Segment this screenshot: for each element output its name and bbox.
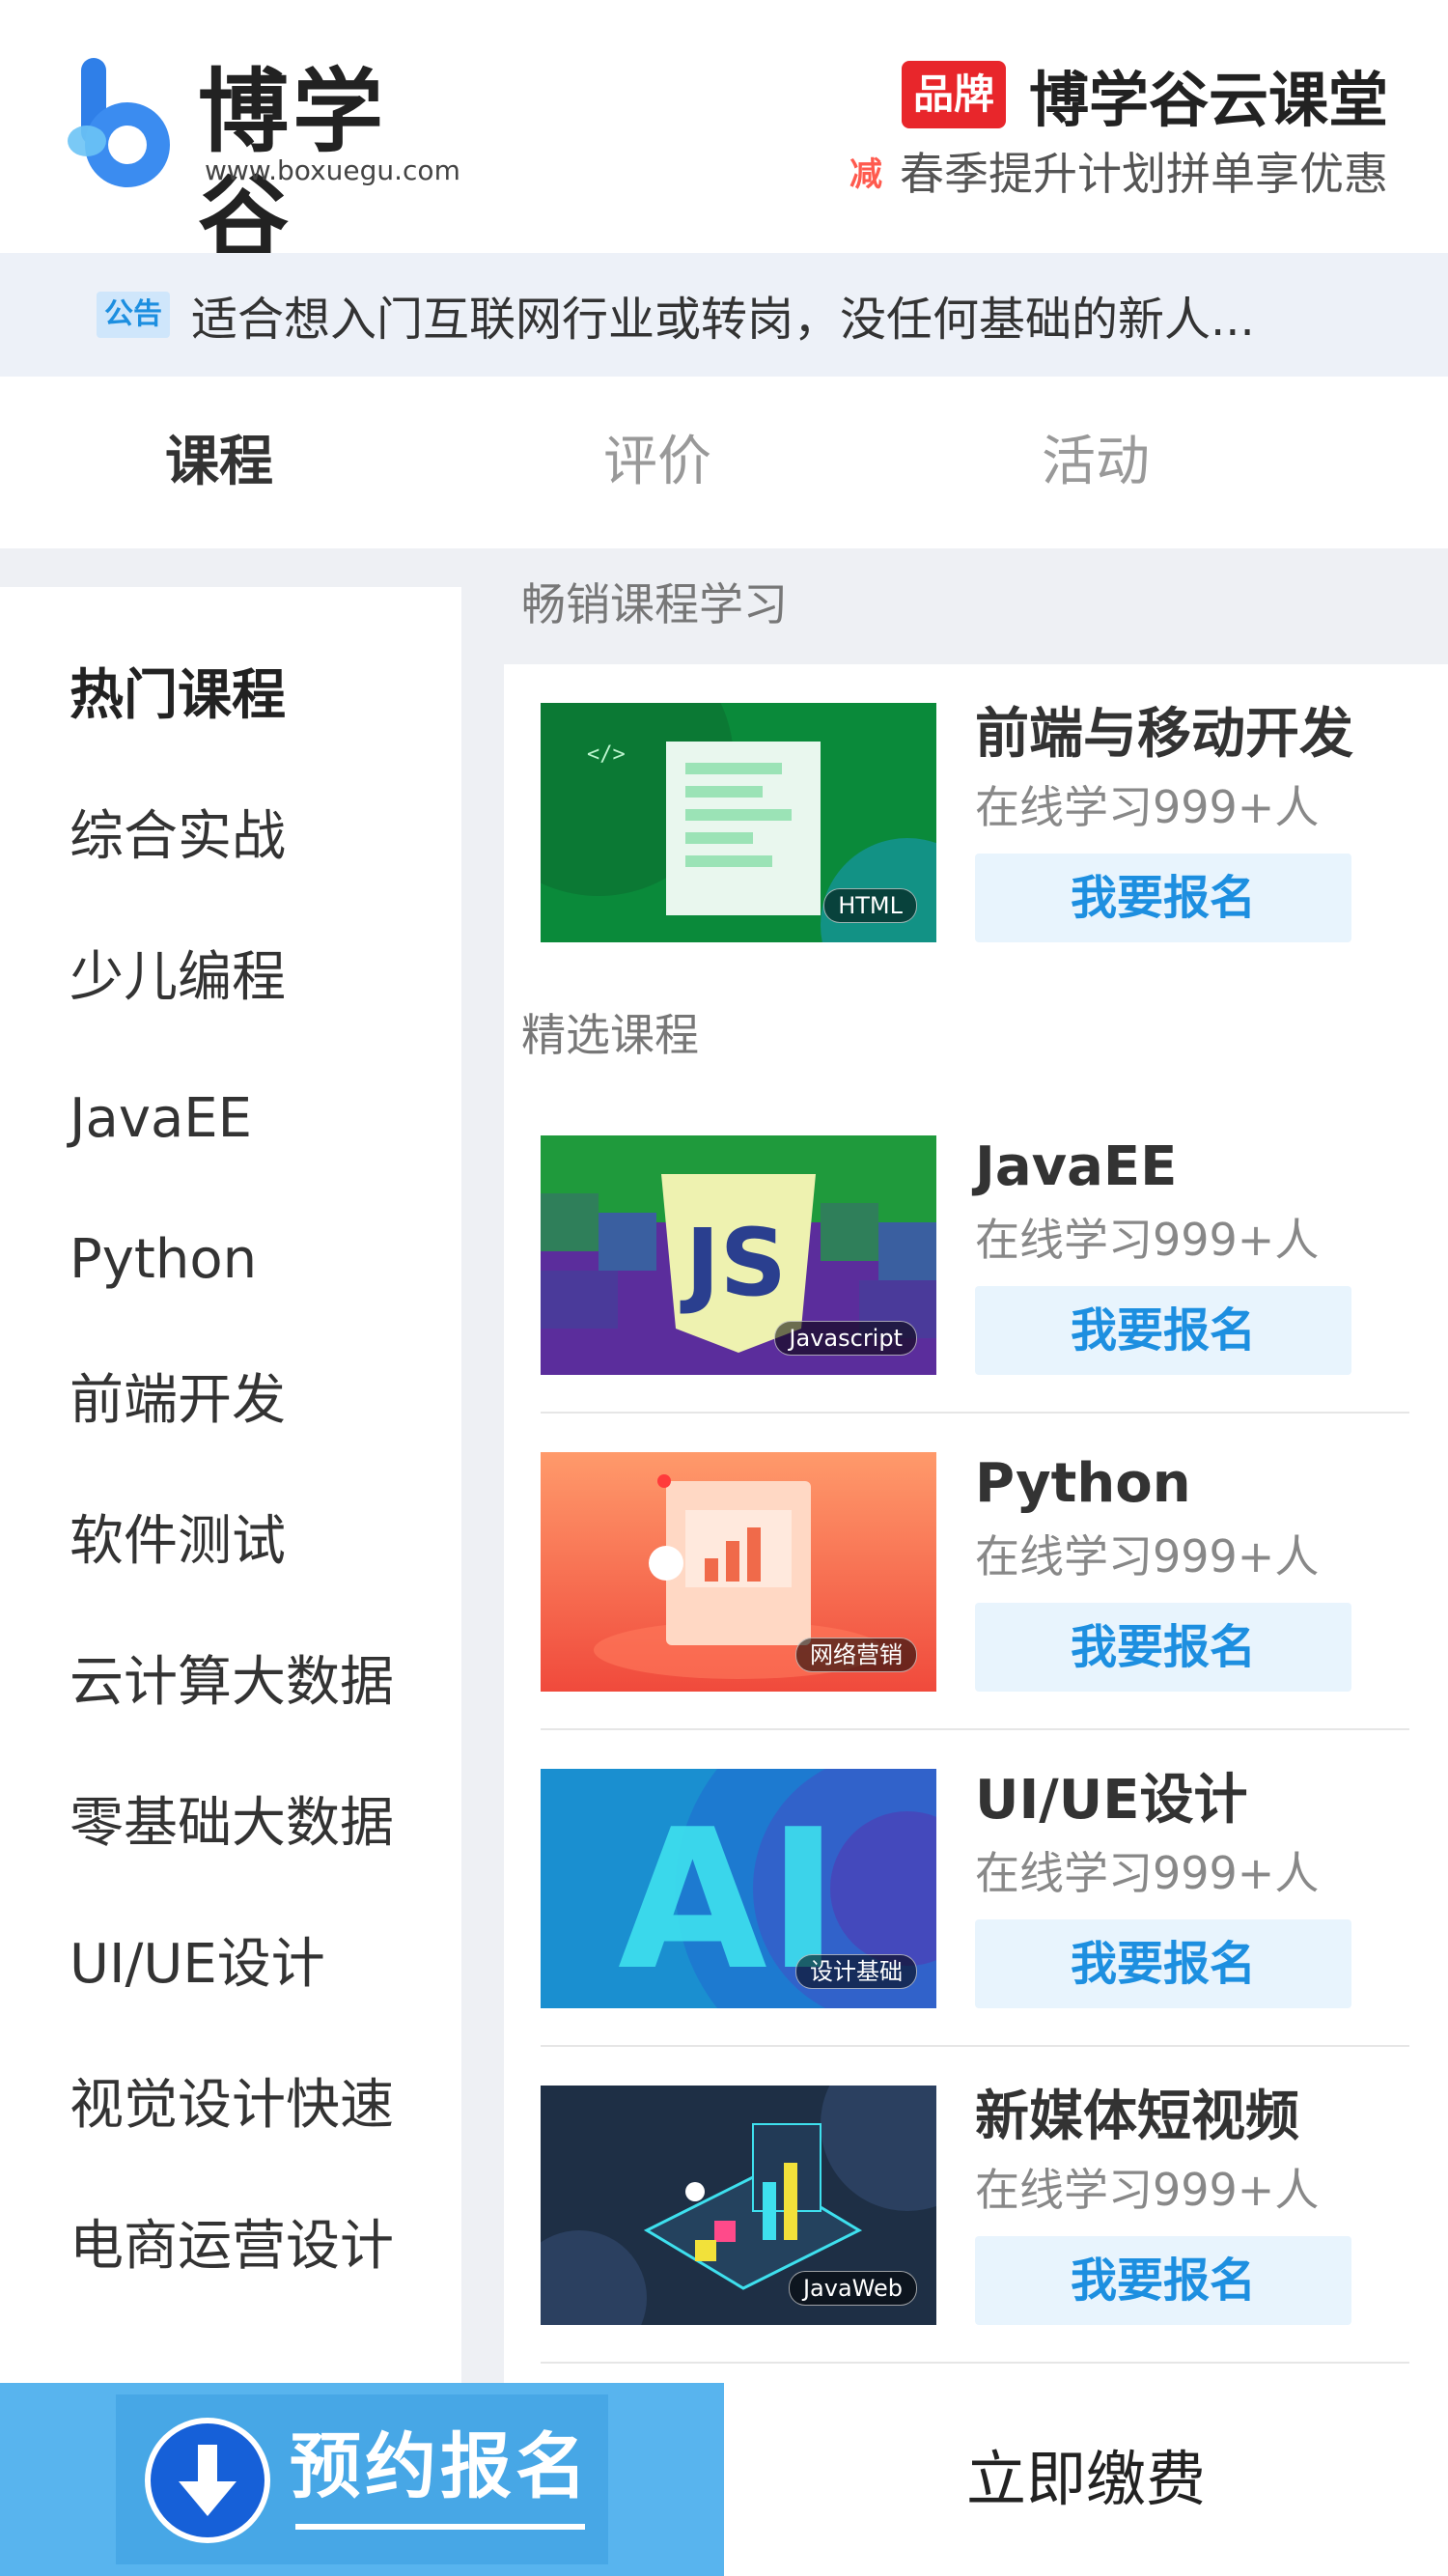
course-title: Python [975, 1452, 1191, 1515]
course-thumbnail[interactable]: JavaWeb [541, 2086, 936, 2325]
category-sidebar: 热门课程 综合实战 少儿编程 JavaEE Python 前端开发 软件测试 云… [0, 587, 461, 2383]
store-brand[interactable]: 品牌 博学谷云课堂 [901, 56, 1388, 135]
discount-badge: 减 [849, 154, 882, 194]
course-learners: 在线学习999+人 [975, 781, 1320, 833]
reserve-label: 预约报名 [290, 2425, 591, 2508]
course-divider [541, 2045, 1409, 2047]
sidebar-item-hot[interactable]: 热门课程 [70, 662, 286, 730]
tab-activities[interactable]: 活动 [877, 377, 1315, 548]
down-arrow-icon [145, 2418, 270, 2543]
course-learners: 在线学习999+人 [975, 1214, 1320, 1266]
section-title-bestseller: 畅销课程学习 [521, 578, 788, 630]
signup-button[interactable]: 我要报名 [975, 854, 1351, 942]
promo-line[interactable]: 减 春季提升计划拼单享优惠 [849, 141, 1388, 201]
course-thumbnail[interactable]: </> HTML [541, 703, 936, 942]
tab-courses[interactable]: 课程 [0, 377, 438, 548]
course-content: 热门课程 综合实战 少儿编程 JavaEE Python 前端开发 软件测试 云… [0, 548, 1448, 2383]
signup-button[interactable]: 我要报名 [975, 1603, 1351, 1692]
sidebar-item-ecommerce[interactable]: 电商运营设计 [70, 2213, 394, 2281]
course-thumbnail[interactable]: JS Javascript [541, 1135, 936, 1375]
store-title: 博学谷云课堂 [1028, 65, 1388, 135]
course-title: 前端与移动开发 [975, 703, 1353, 766]
section-title-selected: 精选课程 [521, 1009, 699, 1061]
course-title: JavaEE [975, 1135, 1178, 1198]
course-divider [541, 1412, 1409, 1414]
tab-bar: 课程 评价 活动 [0, 377, 1448, 548]
logo-url: www.boxuegu.com [205, 154, 460, 186]
reserve-banner: 预约报名 [116, 2394, 608, 2564]
reserve-underline [295, 2524, 585, 2530]
sidebar-item-python[interactable]: Python [70, 1226, 257, 1294]
promo-text: 春季提升计划拼单享优惠 [900, 148, 1388, 200]
course-tag: HTML [823, 888, 917, 923]
pay-now-button[interactable]: 立即缴费 [724, 2383, 1448, 2576]
signup-button[interactable]: 我要报名 [975, 1919, 1351, 2008]
announcement-bar[interactable]: 公告 适合想入门互联网行业或转岗，没任何基础的新人... [0, 253, 1448, 377]
store-header: 博学谷 www.boxuegu.com 品牌 博学谷云课堂 减 春季提升计划拼单… [0, 0, 1448, 271]
sidebar-item-javaee[interactable]: JavaEE [70, 1085, 252, 1153]
announcement-badge: 公告 [97, 292, 170, 338]
tab-spacer [1315, 377, 1448, 548]
course-tag: Javascript [774, 1321, 917, 1356]
sidebar-item-frontend[interactable]: 前端开发 [70, 1367, 286, 1435]
course-learners: 在线学习999+人 [975, 2164, 1320, 2216]
course-title: UI/UE设计 [975, 1769, 1248, 1832]
course-divider [541, 2362, 1409, 2364]
course-title: 新媒体短视频 [975, 2086, 1299, 2148]
course-card[interactable]: JavaWeb 新媒体短视频 在线学习999+人 我要报名 [541, 2086, 1409, 2327]
course-divider [541, 1728, 1409, 1730]
course-card[interactable]: 网络营销 Python 在线学习999+人 我要报名 [541, 1452, 1409, 1694]
sidebar-item-kids[interactable]: 少儿编程 [70, 944, 286, 1012]
course-thumbnail[interactable]: AI 设计基础 [541, 1769, 936, 2008]
sidebar-item-uiue[interactable]: UI/UE设计 [70, 1931, 325, 1999]
boxuegu-logo[interactable]: 博学谷 www.boxuegu.com [68, 58, 460, 271]
sidebar-item-visual[interactable]: 视觉设计快速 [70, 2072, 394, 2140]
course-thumbnail[interactable]: 网络营销 [541, 1452, 936, 1692]
reserve-signup-button[interactable]: 预约报名 [0, 2383, 724, 2576]
course-learners: 在线学习999+人 [975, 1530, 1320, 1582]
course-tag: 设计基础 [795, 1954, 917, 1989]
logo-b-icon [68, 58, 170, 187]
course-card[interactable]: </> HTML 前端与移动开发 在线学习999+人 我要报名 [541, 703, 1409, 944]
svg-text:JS: JS [680, 1209, 787, 1317]
signup-button[interactable]: 我要报名 [975, 1286, 1351, 1375]
sidebar-item-cloud-bigdata[interactable]: 云计算大数据 [70, 1649, 394, 1717]
course-tag: 网络营销 [795, 1638, 917, 1672]
course-card[interactable]: AI 设计基础 UI/UE设计 在线学习999+人 我要报名 [541, 1769, 1409, 2010]
sidebar-item-practice[interactable]: 综合实战 [70, 803, 286, 871]
course-tag: JavaWeb [788, 2271, 917, 2306]
course-card[interactable]: JS Javascript JavaEE 在线学习999+人 我要报名 [541, 1135, 1409, 1377]
bottom-action-bar: 预约报名 立即缴费 [0, 2383, 1448, 2576]
announcement-text: 适合想入门互联网行业或转岗，没任何基础的新人... [191, 293, 1255, 347]
brand-badge: 品牌 [901, 61, 1006, 128]
tab-reviews[interactable]: 评价 [438, 377, 877, 548]
svg-text:</>: </> [587, 742, 626, 767]
course-learners: 在线学习999+人 [975, 1847, 1320, 1899]
sidebar-item-testing[interactable]: 软件测试 [70, 1508, 286, 1576]
signup-button[interactable]: 我要报名 [975, 2236, 1351, 2325]
sidebar-item-zero-bigdata[interactable]: 零基础大数据 [70, 1790, 394, 1858]
